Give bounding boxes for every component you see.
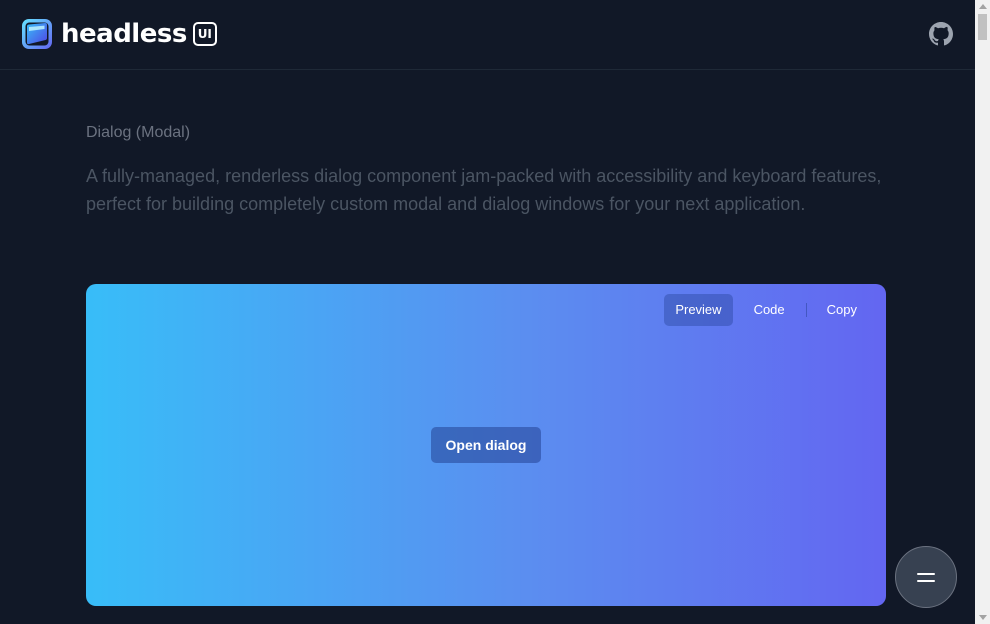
page-title: Dialog (Modal) [86, 124, 191, 141]
tab-preview[interactable]: Preview [664, 294, 733, 326]
menu-icon [917, 573, 935, 582]
github-icon [929, 22, 953, 46]
scroll-down-arrow-icon[interactable] [979, 615, 987, 620]
menu-button[interactable] [895, 546, 957, 608]
scroll-up-arrow-icon[interactable] [979, 4, 987, 9]
page: headless UI Dialog (Modal) A fully-manag… [0, 0, 975, 624]
page-description: A fully-managed, renderless dialog compo… [86, 166, 882, 214]
scrollbar-thumb[interactable] [978, 14, 987, 40]
logo-ui-badge: UI [192, 22, 217, 46]
toolbar-divider [805, 303, 807, 317]
open-dialog-button[interactable]: Open dialog [431, 427, 541, 463]
vertical-scrollbar[interactable] [975, 0, 990, 624]
headless-ui-logo[interactable]: headless UI [21, 17, 217, 51]
copy-button[interactable]: Copy [816, 294, 868, 326]
logo-mark-icon [22, 19, 52, 49]
preview-panel: Preview Code Copy Open dialog [86, 284, 886, 606]
site-header: headless UI [0, 0, 975, 70]
logo-wordmark: headless [61, 19, 187, 49]
tab-code[interactable]: Code [743, 294, 796, 326]
preview-toolbar: Preview Code Copy [664, 294, 868, 326]
github-link[interactable] [929, 22, 953, 46]
